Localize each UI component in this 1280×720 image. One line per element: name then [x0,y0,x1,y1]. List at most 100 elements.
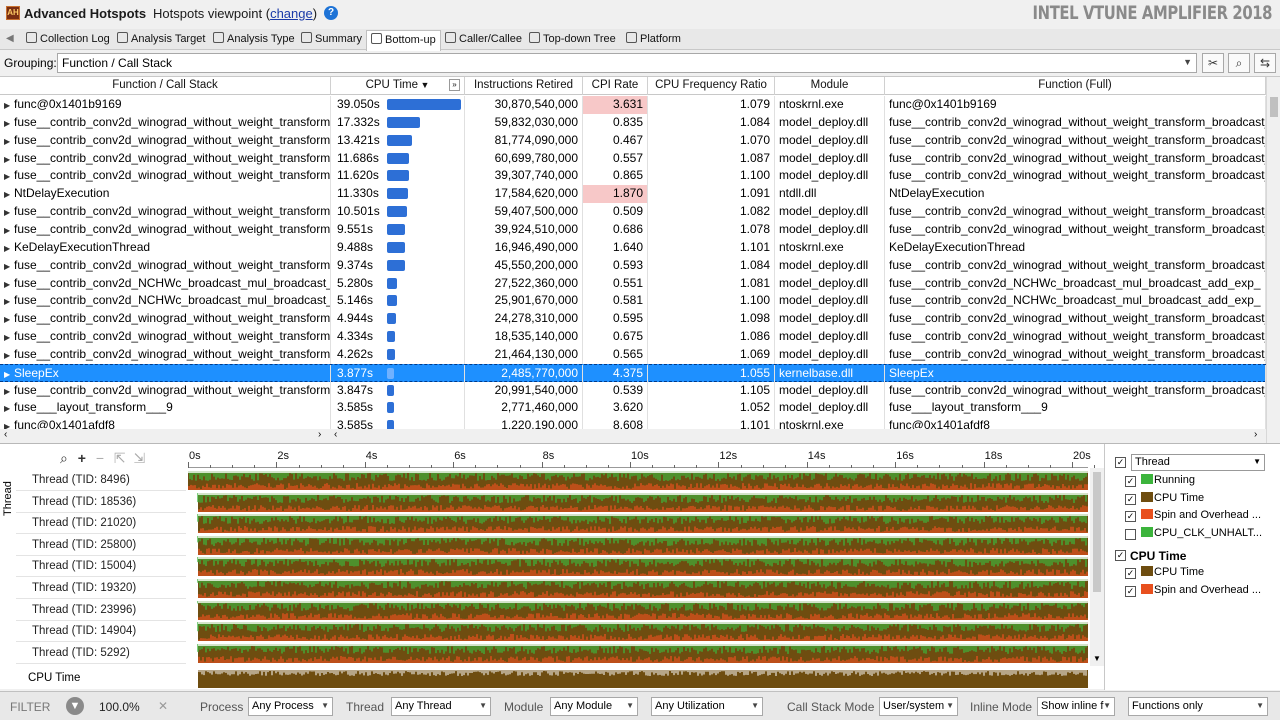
search-button[interactable]: ⌕ [1228,53,1250,73]
scroll-thumb[interactable] [1093,472,1101,592]
table-row[interactable]: ▶ fuse___layout_transform___9 3.585s 2,771,… [0,399,1266,418]
timeline-vertical-scrollbar[interactable]: ▼ [1090,468,1104,666]
grid-horizontal-scrollbar[interactable]: ‹ › ‹ › [0,429,1266,443]
table-row[interactable]: ▶ fuse__contrib_conv2d_winograd_without_w… [0,131,1266,150]
expand-row-icon[interactable]: ▶ [4,115,14,132]
table-row[interactable]: ▶ fuse__contrib_conv2d_NCHWc_broadcast_mu… [0,274,1266,293]
table-row[interactable]: ▶ fuse__contrib_conv2d_winograd_without_w… [0,113,1266,132]
thread-row-label[interactable]: Thread (TID: 25800) [16,535,186,556]
legend-checkbox[interactable]: ✓ [1125,476,1136,487]
thread-row-label[interactable]: Thread (TID: 14904) [16,621,186,643]
thread-row-label[interactable]: Thread (TID: 23996) [16,600,186,621]
column-header-cpu-frequency-ratio[interactable]: CPU Frequency Ratio [648,77,775,95]
viewpoint-change-link[interactable]: change [270,6,313,21]
column-header-module[interactable]: Module [775,77,885,95]
tab-scroll-left-icon[interactable]: ◀ [6,33,14,44]
tab-platform[interactable]: Platform [622,30,685,50]
legend-checkbox[interactable]: ✓ [1125,511,1136,522]
thread-row-label[interactable]: Thread (TID: 5292) [16,643,186,664]
thread-lane[interactable] [188,579,1088,598]
clear-filter-icon[interactable]: ✕ [158,699,168,713]
grid-options-button[interactable]: ⇆ [1254,53,1276,73]
expand-row-icon[interactable]: ▶ [4,329,14,346]
zoom-out-icon[interactable]: − [96,450,104,466]
table-row[interactable]: ▶ fuse__contrib_conv2d_winograd_without_w… [0,328,1266,347]
thread-select[interactable]: Any Thread ▼ [391,697,491,716]
scroll-left-icon[interactable]: ‹ [4,429,7,440]
zoom-reset-icon[interactable]: ⇱ [114,450,126,466]
column-header-cpu-time[interactable]: CPU Time ▼ » [331,77,465,95]
thread-row-label[interactable]: Thread (TID: 18536) [16,492,186,513]
column-header-cpi-rate[interactable]: CPI Rate [583,77,648,95]
tab-analysis-type[interactable]: Analysis Type [209,30,299,50]
table-row[interactable]: ▶ fuse__contrib_conv2d_NCHWc_broadcast_mu… [0,292,1266,311]
expand-row-icon[interactable]: ▶ [4,347,14,364]
tab-bottom-up[interactable]: Bottom-up [366,30,441,51]
tab-summary[interactable]: Summary [297,30,366,50]
thread-group-checkbox[interactable]: ✓ [1115,457,1126,468]
expand-row-icon[interactable]: ▶ [4,240,14,257]
column-header-function-call-stack[interactable]: Function / Call Stack [0,77,331,95]
expand-row-icon[interactable]: ▶ [4,311,14,328]
expand-row-icon[interactable]: ▶ [4,258,14,275]
expand-row-icon[interactable]: ▶ [4,186,14,203]
column-header-function-full-[interactable]: Function (Full) [885,77,1266,95]
zoom-fit-icon[interactable]: ⇲ [134,450,146,466]
utilization-select[interactable]: Any Utilization ▼ [651,697,763,716]
zoom-in-icon[interactable]: + [78,450,86,466]
thread-lane[interactable] [188,492,1088,512]
call-stack-mode-select[interactable]: User/system ▼ [879,697,958,716]
expand-row-icon[interactable]: ▶ [4,168,14,185]
grid-vertical-scrollbar[interactable] [1266,77,1280,443]
expand-row-icon[interactable]: ▶ [4,222,14,239]
thread-lane[interactable] [188,622,1088,642]
thread-row-label[interactable]: Thread (TID: 19320) [16,578,186,599]
thread-lane[interactable] [188,535,1088,555]
table-row[interactable]: ▶ fuse__contrib_conv2d_winograd_without_w… [0,203,1266,222]
expand-row-icon[interactable]: ▶ [4,400,14,417]
expand-column-icon[interactable]: » [449,79,460,91]
table-row[interactable]: ▶ fuse__contrib_conv2d_winograd_without_w… [0,345,1266,364]
thread-lane[interactable] [188,471,1088,490]
legend-checkbox[interactable]: ✓ [1125,568,1136,579]
thread-row-label[interactable]: Thread (TID: 8496) [16,470,186,491]
expand-row-icon[interactable]: ▶ [4,204,14,221]
table-row[interactable]: ▶ fuse__contrib_conv2d_winograd_without_w… [0,381,1266,400]
legend-checkbox[interactable]: ✓ [1125,493,1136,505]
table-row[interactable]: ▶ SleepEx 3.877s 2,485,770,000 4.375 1.055 ker… [0,363,1266,383]
tab-collection-log[interactable]: Collection Log [22,30,114,50]
table-row[interactable]: ▶ fuse__contrib_conv2d_winograd_without_w… [0,149,1266,168]
thread-lane[interactable] [188,557,1088,577]
thread-row-label[interactable]: Thread (TID: 15004) [16,556,186,578]
column-header-instructions-retired[interactable]: Instructions Retired [465,77,583,95]
legend-checkbox[interactable]: ✓ [1125,585,1136,597]
inline-mode-select[interactable]: Show inline f ▼ [1037,697,1115,716]
thread-lane[interactable] [188,643,1088,663]
thread-lane[interactable] [188,600,1088,620]
expand-row-icon[interactable]: ▶ [4,276,14,293]
expand-row-icon[interactable]: ▶ [4,97,14,114]
expand-row-icon[interactable]: ▶ [4,133,14,150]
scroll-left-icon-2[interactable]: ‹ [334,429,337,440]
expand-row-icon[interactable]: ▶ [4,383,14,400]
scroll-thumb[interactable] [1270,97,1278,117]
filter-funnel-icon[interactable]: ▼ [66,697,84,715]
table-row[interactable]: ▶ fuse__contrib_conv2d_winograd_without_w… [0,256,1266,275]
zoom-icon[interactable]: ⌕ [60,450,68,466]
process-select[interactable]: Any Process ▼ [248,697,333,716]
thread-row-label[interactable]: Thread (TID: 21020) [16,513,186,535]
table-row[interactable]: ▶ fuse__contrib_conv2d_winograd_without_w… [0,220,1266,239]
help-icon[interactable]: ? [324,6,338,20]
legend-group-select[interactable]: Thread ▼ [1131,454,1265,471]
table-row[interactable]: ▶ KeDelayExecutionThread 9.488s 16,946,490,… [0,238,1266,257]
expand-row-icon[interactable]: ▶ [4,151,14,168]
grouping-select[interactable]: Function / Call Stack ▼ [57,53,1197,73]
table-row[interactable]: ▶ fuse__contrib_conv2d_winograd_without_w… [0,167,1266,186]
table-row[interactable]: ▶ fuse__contrib_conv2d_winograd_without_w… [0,310,1266,329]
cpu-time-section-checkbox[interactable]: ✓ [1115,550,1126,561]
thread-lane[interactable] [188,514,1088,534]
table-row[interactable]: ▶ func@0x1401b9169 39.050s 30,870,540,000 3.… [0,96,1266,114]
expand-row-icon[interactable]: ▶ [4,293,14,310]
tab-caller-callee[interactable]: Caller/Callee [441,30,526,50]
expand-row-icon[interactable]: ▶ [4,366,14,383]
